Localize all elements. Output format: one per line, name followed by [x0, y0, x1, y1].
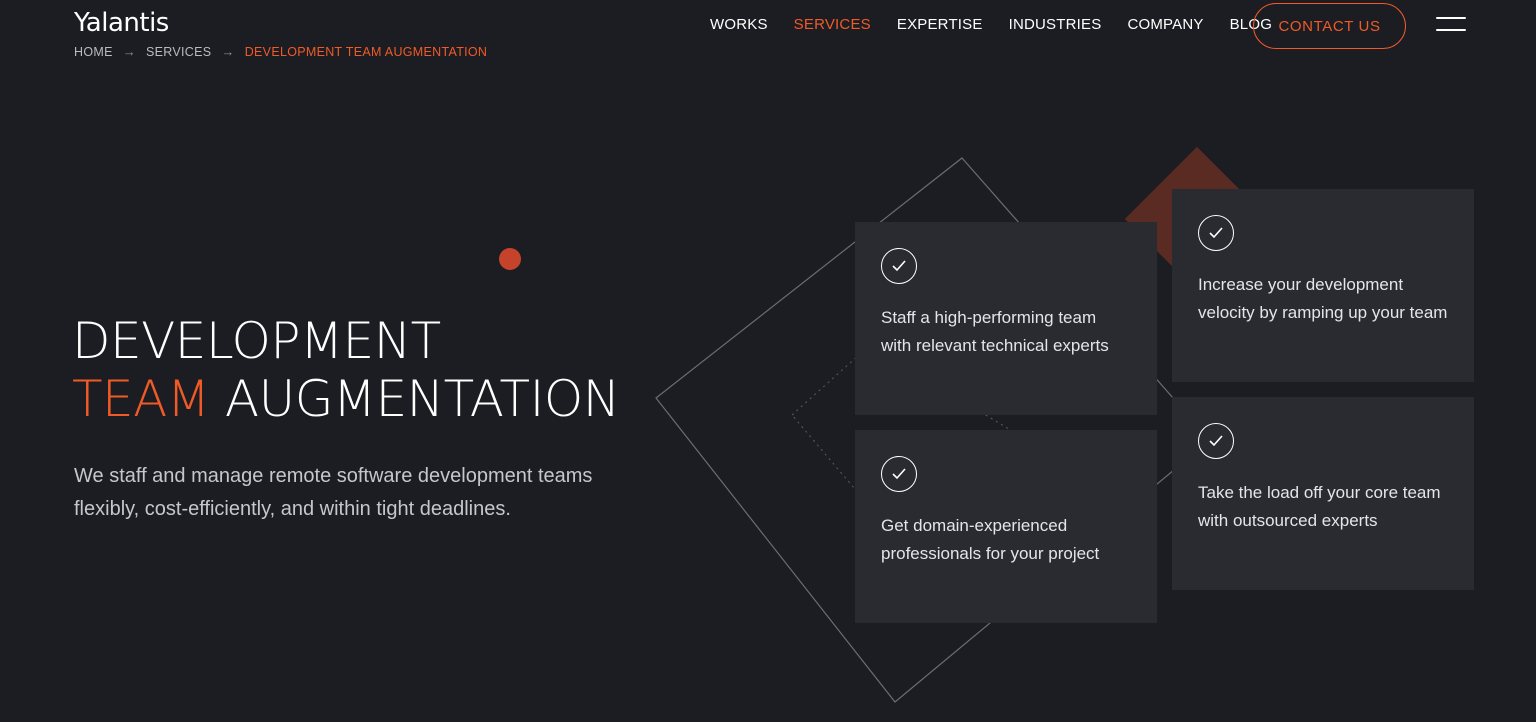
title-accent: TEAM — [72, 370, 210, 428]
breadcrumb-home[interactable]: HOME — [74, 45, 113, 59]
hero-description: We staff and manage remote software deve… — [74, 465, 593, 520]
title-line-1: DEVELOPMENT — [72, 312, 441, 370]
check-circle-icon — [1198, 423, 1234, 459]
benefit-text: Staff a high-performing team with releva… — [881, 308, 1109, 355]
breadcrumb-current: DEVELOPMENT TEAM AUGMENTATION — [244, 44, 488, 59]
decorative-dot — [499, 248, 521, 270]
check-circle-icon — [881, 456, 917, 492]
arrow-right-icon: → — [122, 44, 137, 59]
check-circle-icon — [881, 248, 917, 284]
benefit-card: Staff a high-performing team with releva… — [855, 222, 1157, 415]
check-circle-icon — [1198, 215, 1234, 251]
nav-company[interactable]: COMPANY — [1127, 16, 1203, 33]
nav-works[interactable]: WORKS — [710, 16, 768, 33]
nav-services[interactable]: SERVICES — [794, 16, 871, 33]
benefit-card: Increase your development velocity by ra… — [1172, 189, 1474, 382]
logo[interactable]: Yalantis — [74, 8, 169, 38]
main-nav: WORKS SERVICES EXPERTISE INDUSTRIES COMP… — [710, 16, 1272, 33]
benefit-text: Increase your development velocity by ra… — [1198, 275, 1448, 322]
breadcrumb-services[interactable]: SERVICES — [146, 45, 211, 59]
benefit-card: Take the load off your core team with ou… — [1172, 397, 1474, 590]
benefit-text: Get domain-experienced professionals for… — [881, 516, 1100, 563]
title-rest: AUGMENTATION — [224, 370, 620, 428]
breadcrumb: HOME → SERVICES → DEVELOPMENT TEAM AUGME… — [74, 44, 487, 59]
page-title: DEVELOPMENT TEAM AUGMENTATION — [72, 312, 620, 428]
hamburger-menu-icon[interactable] — [1436, 17, 1468, 35]
benefit-text: Take the load off your core team with ou… — [1198, 483, 1441, 530]
nav-expertise[interactable]: EXPERTISE — [897, 16, 983, 33]
arrow-right-icon: → — [221, 44, 235, 59]
nav-industries[interactable]: INDUSTRIES — [1009, 16, 1102, 33]
contact-us-button[interactable]: CONTACT US — [1253, 3, 1406, 49]
page: Yalantis HOME → SERVICES → DEVELOPMENT T… — [0, 0, 1536, 722]
benefit-card: Get domain-experienced professionals for… — [855, 430, 1157, 623]
